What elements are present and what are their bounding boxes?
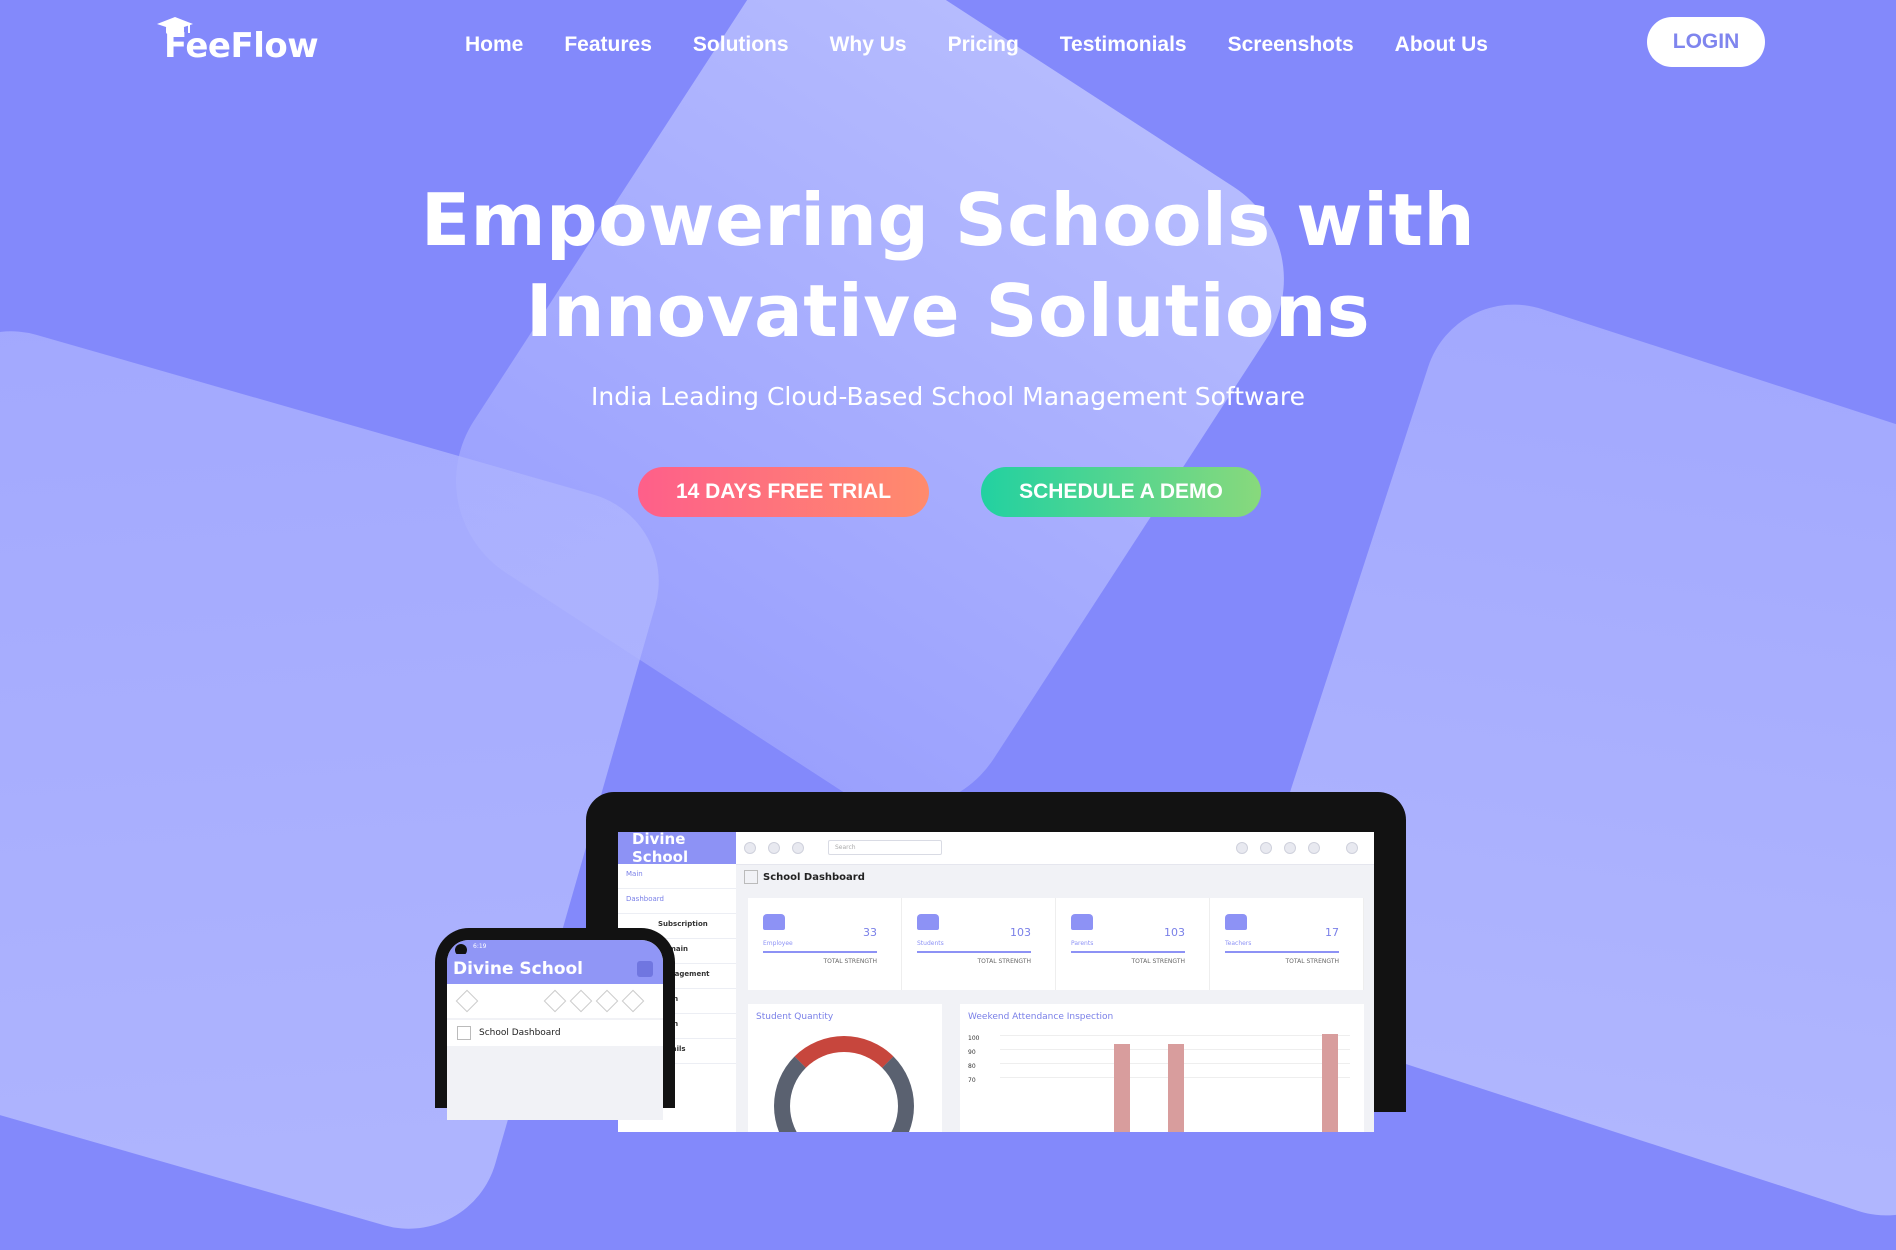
- stat-value: 103: [1010, 926, 1031, 939]
- schedule-demo-button[interactable]: SCHEDULE A DEMO: [981, 467, 1261, 517]
- dashboard-topbar: Search: [736, 832, 1374, 865]
- student-icon: [917, 914, 939, 930]
- teacher-icon: [1225, 914, 1247, 930]
- stat-card: 17 Teachers TOTAL STRENGTH: [1210, 898, 1364, 990]
- phone-screenshot: 6:19 Divine School School Dashboard: [447, 940, 663, 1120]
- hamburger-menu-icon: [637, 961, 653, 977]
- globe-icon: [543, 989, 567, 1013]
- student-quantity-panel: Student Quantity: [748, 1004, 942, 1132]
- stat-card: 103 Students TOTAL STRENGTH: [902, 898, 1056, 990]
- dashboard-search: Search: [828, 840, 942, 855]
- stats-row: 33 Employee TOTAL STRENGTH 103 Students …: [748, 898, 1364, 990]
- phone-status-bar: 6:19: [447, 940, 663, 954]
- stat-caption: TOTAL STRENGTH: [1131, 958, 1185, 965]
- panel-title: Student Quantity: [756, 1012, 834, 1022]
- phone-brand: Divine School: [453, 959, 584, 979]
- chat-icon: [1284, 842, 1296, 854]
- grid-line: [1000, 1035, 1350, 1036]
- stat-caption: TOTAL STRENGTH: [977, 958, 1031, 965]
- dashboard-page-title: School Dashboard: [763, 872, 865, 883]
- chart-bar: [1114, 1044, 1130, 1132]
- stat-bar: [1225, 951, 1339, 953]
- nav-why-us[interactable]: Why Us: [830, 33, 907, 57]
- top-navigation: FeeFlow Home Features Solutions Why Us P…: [0, 0, 1896, 90]
- parent-icon: [1071, 914, 1093, 930]
- nav-about-us[interactable]: About Us: [1395, 33, 1488, 57]
- bell-icon: [621, 989, 645, 1013]
- y-tick: 90: [968, 1049, 976, 1056]
- stat-value: 17: [1325, 926, 1339, 939]
- chart-bar: [1168, 1044, 1184, 1132]
- avatar: [1346, 842, 1358, 854]
- avatar: [455, 989, 479, 1013]
- stat-label: Parents: [1071, 940, 1094, 947]
- hero-title: Empowering Schools with Innovative Solut…: [0, 175, 1896, 357]
- sidebar-item: Main: [618, 864, 736, 889]
- stat-label: Teachers: [1225, 940, 1252, 947]
- expand-icon: [768, 842, 780, 854]
- globe-icon: [1236, 842, 1248, 854]
- phone-page-title: School Dashboard: [479, 1028, 561, 1038]
- y-tick: 100: [968, 1035, 980, 1042]
- bell-icon: [1308, 842, 1320, 854]
- chat-icon: [595, 989, 619, 1013]
- dashboard-breadcrumb: School Dashboard: [744, 870, 865, 884]
- nav-solutions[interactable]: Solutions: [693, 33, 789, 57]
- stat-value: 33: [863, 926, 877, 939]
- logo[interactable]: FeeFlow: [156, 14, 319, 66]
- menu-icon: [744, 842, 756, 854]
- stat-card: 103 Parents TOTAL STRENGTH: [1056, 898, 1210, 990]
- nav-features[interactable]: Features: [564, 33, 652, 57]
- stat-label: Employee: [763, 940, 793, 947]
- panel-title: Weekend Attendance Inspection: [968, 1012, 1114, 1022]
- calendar-icon: [1260, 842, 1272, 854]
- calendar-icon: [569, 989, 593, 1013]
- stat-bar: [917, 951, 1031, 953]
- hero-title-line-1: Empowering Schools with: [420, 178, 1476, 262]
- donut-chart: [774, 1036, 914, 1132]
- free-trial-button[interactable]: 14 DAYS FREE TRIAL: [638, 467, 929, 517]
- login-button[interactable]: LOGIN: [1647, 17, 1765, 67]
- attendance-panel: Weekend Attendance Inspection 100 90 80 …: [960, 1004, 1364, 1132]
- mail-icon: [792, 842, 804, 854]
- stat-caption: TOTAL STRENGTH: [1285, 958, 1339, 965]
- employee-icon: [763, 914, 785, 930]
- nav-screenshots[interactable]: Screenshots: [1228, 33, 1354, 57]
- stat-bar: [1071, 951, 1185, 953]
- stat-caption: TOTAL STRENGTH: [823, 958, 877, 965]
- y-tick: 80: [968, 1063, 976, 1070]
- phone-header: Divine School: [447, 954, 663, 984]
- home-icon: [744, 870, 758, 884]
- stat-value: 103: [1164, 926, 1185, 939]
- hero-subtitle: India Leading Cloud-Based School Managem…: [591, 382, 1305, 411]
- chart-bar: [1322, 1034, 1338, 1132]
- stat-bar: [763, 951, 877, 953]
- dashboard-screenshot: Divine School Main Dashboard Subscriptio…: [618, 832, 1374, 1132]
- sidebar-item: Dashboard: [618, 889, 736, 914]
- phone-mockup: 6:19 Divine School School Dashboard: [435, 928, 675, 1120]
- phone-toolbar: [447, 984, 663, 1018]
- dashboard-brand: Divine School: [618, 832, 736, 866]
- hero-title-line-2: Innovative Solutions: [525, 269, 1371, 353]
- y-tick: 70: [968, 1077, 976, 1084]
- nav-testimonials[interactable]: Testimonials: [1060, 33, 1187, 57]
- nav-pricing[interactable]: Pricing: [948, 33, 1019, 57]
- laptop-mockup: Divine School Main Dashboard Subscriptio…: [586, 792, 1406, 1132]
- graduation-cap-icon: [157, 17, 193, 34]
- phone-breadcrumb: School Dashboard: [447, 1020, 663, 1046]
- stat-label: Students: [917, 940, 944, 947]
- home-icon: [457, 1025, 471, 1040]
- nav-links: Home Features Solutions Why Us Pricing T…: [465, 33, 1529, 57]
- nav-home[interactable]: Home: [465, 33, 523, 57]
- stat-card: 33 Employee TOTAL STRENGTH: [748, 898, 902, 990]
